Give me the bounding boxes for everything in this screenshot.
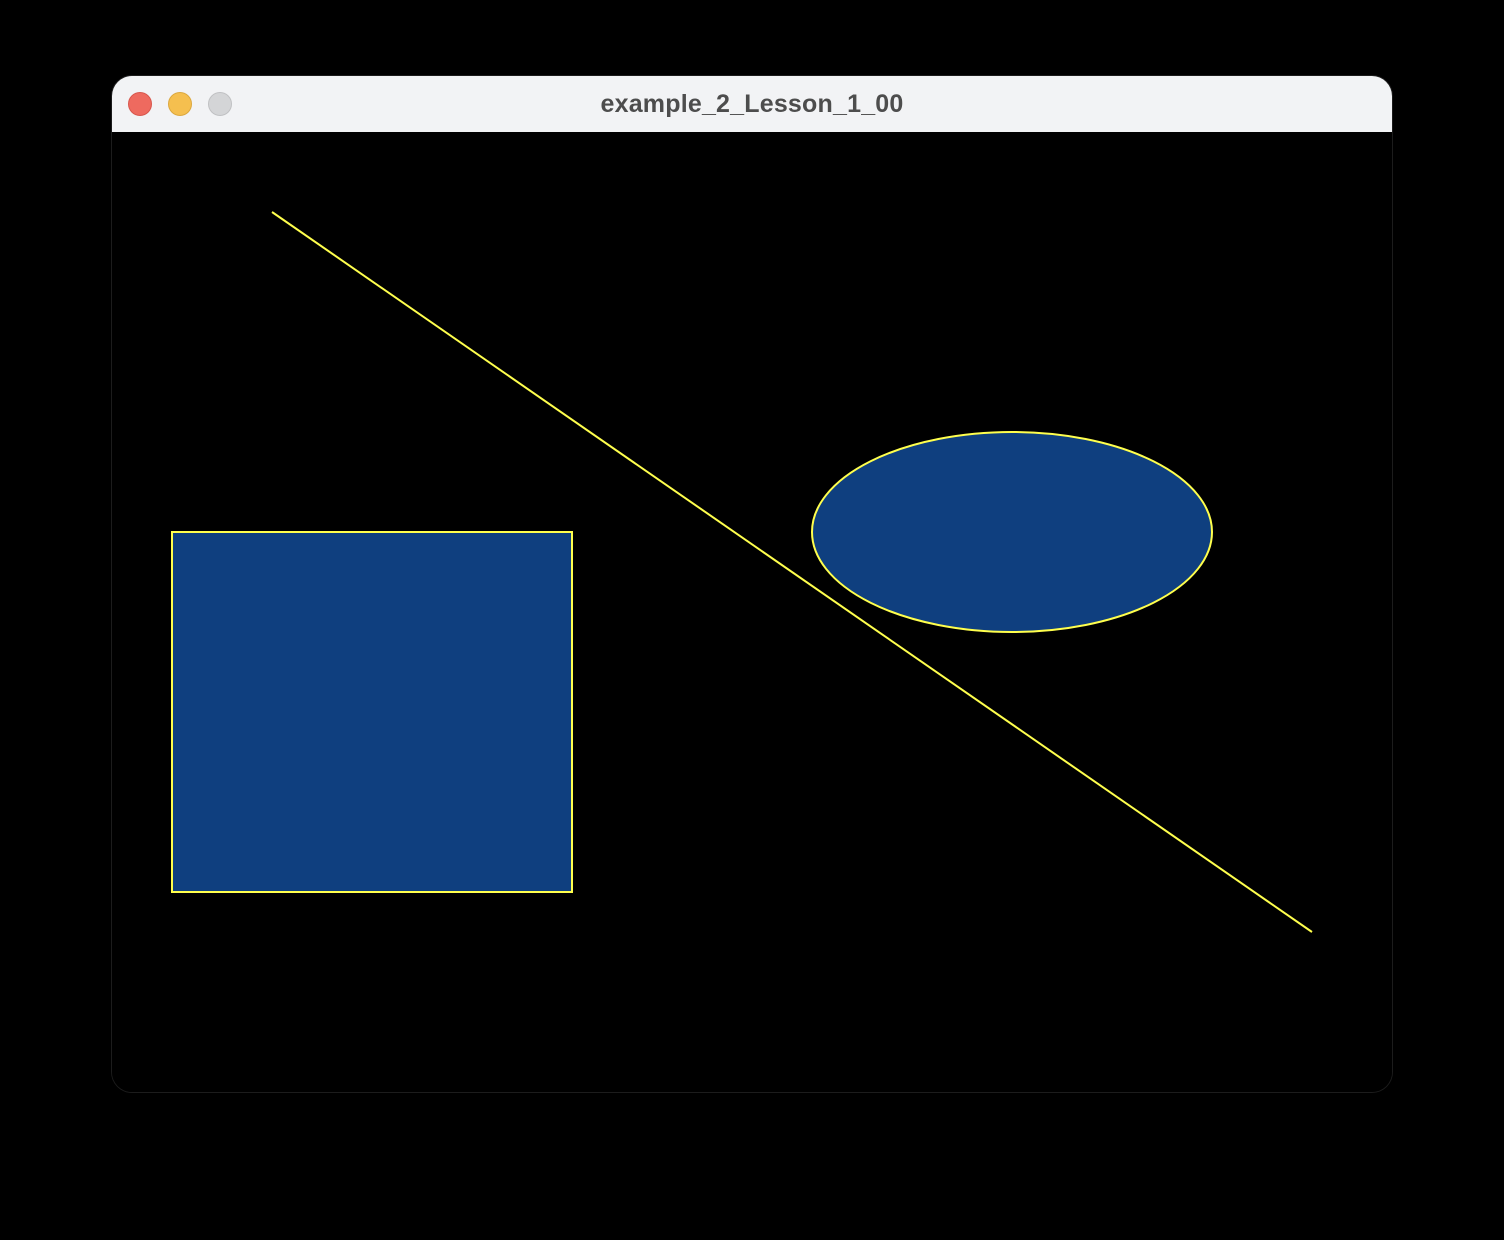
app-window: example_2_Lesson_1_00 bbox=[112, 76, 1392, 1092]
window-title: example_2_Lesson_1_00 bbox=[600, 90, 904, 118]
ellipse-shape bbox=[811, 431, 1213, 633]
title-bar[interactable]: example_2_Lesson_1_00 bbox=[112, 76, 1392, 133]
sketch-drawing bbox=[171, 211, 1313, 933]
rectangle-shape bbox=[171, 531, 573, 893]
sketch-canvas[interactable] bbox=[112, 132, 1392, 1092]
